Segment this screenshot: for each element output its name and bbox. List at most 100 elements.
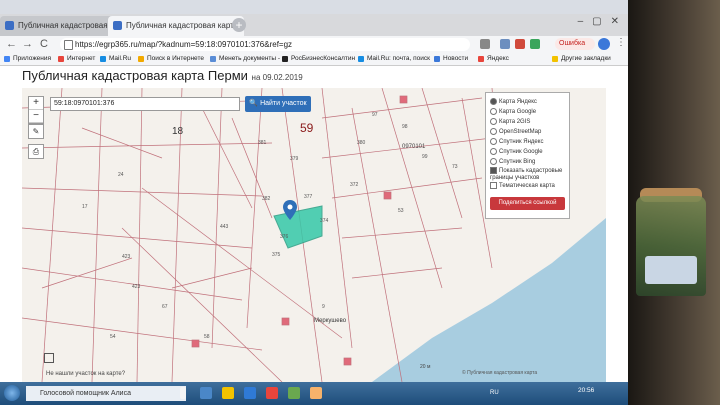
building-marker <box>191 339 200 348</box>
layer-option[interactable]: Спутник Google <box>490 147 565 157</box>
bookmark-item[interactable]: Менеть документы - <box>210 53 280 65</box>
place-label: Меркушево <box>314 318 347 324</box>
scale-label: 20 м <box>420 364 431 370</box>
parcel-number-label: 98 <box>402 124 408 130</box>
parcel-boundary <box>331 177 483 199</box>
print-icon[interactable]: ⎙ <box>28 144 44 159</box>
parcel-number-label: 380 <box>357 140 366 146</box>
layer-checkbox[interactable]: Тематическая карта <box>490 181 565 191</box>
taskbar-app-icon[interactable] <box>310 387 322 399</box>
bookmark-item[interactable]: РосБизнесКонсалтин <box>282 53 355 65</box>
tab-inactive[interactable]: Публичная кадастровая карта <box>0 16 122 36</box>
taskbar-app-icon[interactable] <box>244 387 256 399</box>
find-parcel-button[interactable]: 🔍 Найти участок <box>245 96 311 112</box>
tab-label: Публичная кадастровая карта <box>18 21 122 30</box>
apps-icon <box>4 56 10 62</box>
radio-icon <box>490 147 497 155</box>
cadastral-search-input[interactable] <box>50 97 240 111</box>
building-marker <box>399 95 408 104</box>
parcel-boundary <box>201 107 253 209</box>
extension-icon[interactable] <box>515 39 525 49</box>
fullscreen-icon[interactable] <box>44 353 54 363</box>
browser-icon[interactable] <box>266 387 278 399</box>
jar-label <box>645 256 697 284</box>
parcel-boundary <box>41 88 63 382</box>
extension-icon[interactable] <box>530 39 540 49</box>
measure-icon[interactable]: ✎ <box>28 124 44 139</box>
url-field[interactable]: https://egrp365.ru/map/?kadnum=59:18:097… <box>60 38 470 51</box>
radio-icon <box>490 127 497 135</box>
forward-button[interactable]: → <box>22 36 33 53</box>
folder-icon[interactable] <box>222 387 234 399</box>
folder-icon <box>552 56 558 62</box>
radio-icon <box>490 107 497 115</box>
parcel-boundary <box>22 142 273 149</box>
window-controls[interactable]: –▢✕ <box>578 16 628 27</box>
checkbox-icon <box>490 167 497 174</box>
new-tab-button[interactable]: + <box>232 18 246 32</box>
error-button[interactable]: Ошибка <box>555 38 595 50</box>
taskbar-app-icon[interactable] <box>288 387 300 399</box>
keyboard-language[interactable]: RU <box>490 382 499 405</box>
parcel-number-label: 374 <box>320 218 329 224</box>
zoom-out-button[interactable]: − <box>29 110 43 123</box>
monitor-screen: Публичная кадастровая карта Публичная ка… <box>0 0 628 405</box>
lock-icon <box>64 40 73 50</box>
parcel-number-label: 54 <box>110 334 116 340</box>
parcel-boundary <box>22 317 263 351</box>
map-copyright: © Публичная кадастровая карта <box>462 370 538 376</box>
bookmark-item[interactable]: Другие закладки <box>552 53 611 65</box>
bookmark-item[interactable]: Mail.Ru <box>100 53 131 65</box>
alice-search-input[interactable]: Голосовой помощник Алиса <box>26 386 186 401</box>
profile-avatar[interactable] <box>598 38 610 50</box>
parcel-boundary <box>231 117 273 219</box>
address-bar-row: ← → C https://egrp365.ru/map/?kadnum=59:… <box>0 36 628 53</box>
bookmark-item[interactable]: Mail.Ru: почта, поиск <box>358 53 430 65</box>
block-label: 0970101 <box>402 144 426 150</box>
selected-parcel <box>273 205 323 249</box>
parcel-boundary <box>81 127 163 159</box>
radio-icon <box>490 137 497 145</box>
extension-icon[interactable] <box>500 39 510 49</box>
zoom-in-button[interactable]: + <box>29 97 43 110</box>
taskbar-app-icon[interactable] <box>200 387 212 399</box>
not-found-link[interactable]: Не нашли участок на карте? <box>46 371 125 377</box>
reload-button[interactable]: C <box>40 36 48 53</box>
start-button[interactable] <box>4 385 20 401</box>
parcel-number-label: 17 <box>82 204 88 210</box>
layer-option[interactable]: Спутник Bing <box>490 157 565 167</box>
layer-option[interactable]: Карта Google <box>490 107 565 117</box>
bookmark-item[interactable]: Поиск в Интернете <box>138 53 204 65</box>
tab-active[interactable]: Публичная кадастровая карта ✕ <box>108 16 244 36</box>
favicon-icon <box>5 21 14 30</box>
taskbar: Голосовой помощник Алиса RU 20:56 <box>0 382 628 405</box>
bookmark-item[interactable]: Яндекс <box>478 53 509 65</box>
menu-icon[interactable]: ⋮ <box>616 37 626 48</box>
parcel-number-label: 53 <box>398 208 404 214</box>
bookmark-item[interactable]: Интернет <box>58 53 95 65</box>
layer-option[interactable]: Карта Яндекс <box>490 97 565 107</box>
parcel-boundary <box>211 88 223 349</box>
location-marker-icon[interactable] <box>283 200 297 220</box>
bookmark-icon <box>210 56 216 62</box>
parcel-boundary <box>351 107 403 382</box>
microphone-icon[interactable] <box>180 387 186 399</box>
web-page: Публичная кадастровая карта Перми на 09.… <box>0 66 628 382</box>
layer-option[interactable]: Спутник Яндекс <box>490 137 565 147</box>
radio-icon <box>490 117 497 125</box>
back-button[interactable]: ← <box>6 36 17 53</box>
star-icon[interactable] <box>480 39 490 49</box>
parcel-boundary <box>171 267 253 289</box>
layer-checkbox[interactable]: Показать кадастровые границы участков <box>490 167 565 181</box>
layer-option[interactable]: Карта 2GIS <box>490 117 565 127</box>
url-text: https://egrp365.ru/map/?kadnum=59:18:097… <box>75 40 293 49</box>
layer-option[interactable]: OpenStreetMap <box>490 127 565 137</box>
radio-icon <box>490 157 497 165</box>
quarter-label: 18 <box>172 126 184 137</box>
bookmark-item[interactable]: Новости <box>434 53 468 65</box>
favicon-icon <box>113 21 122 30</box>
parcel-boundary <box>246 88 263 329</box>
share-link-button[interactable]: Поделиться ссылкой <box>490 197 565 210</box>
parcel-number-label: 73 <box>452 164 458 170</box>
bookmark-item[interactable]: Приложения <box>4 53 51 65</box>
